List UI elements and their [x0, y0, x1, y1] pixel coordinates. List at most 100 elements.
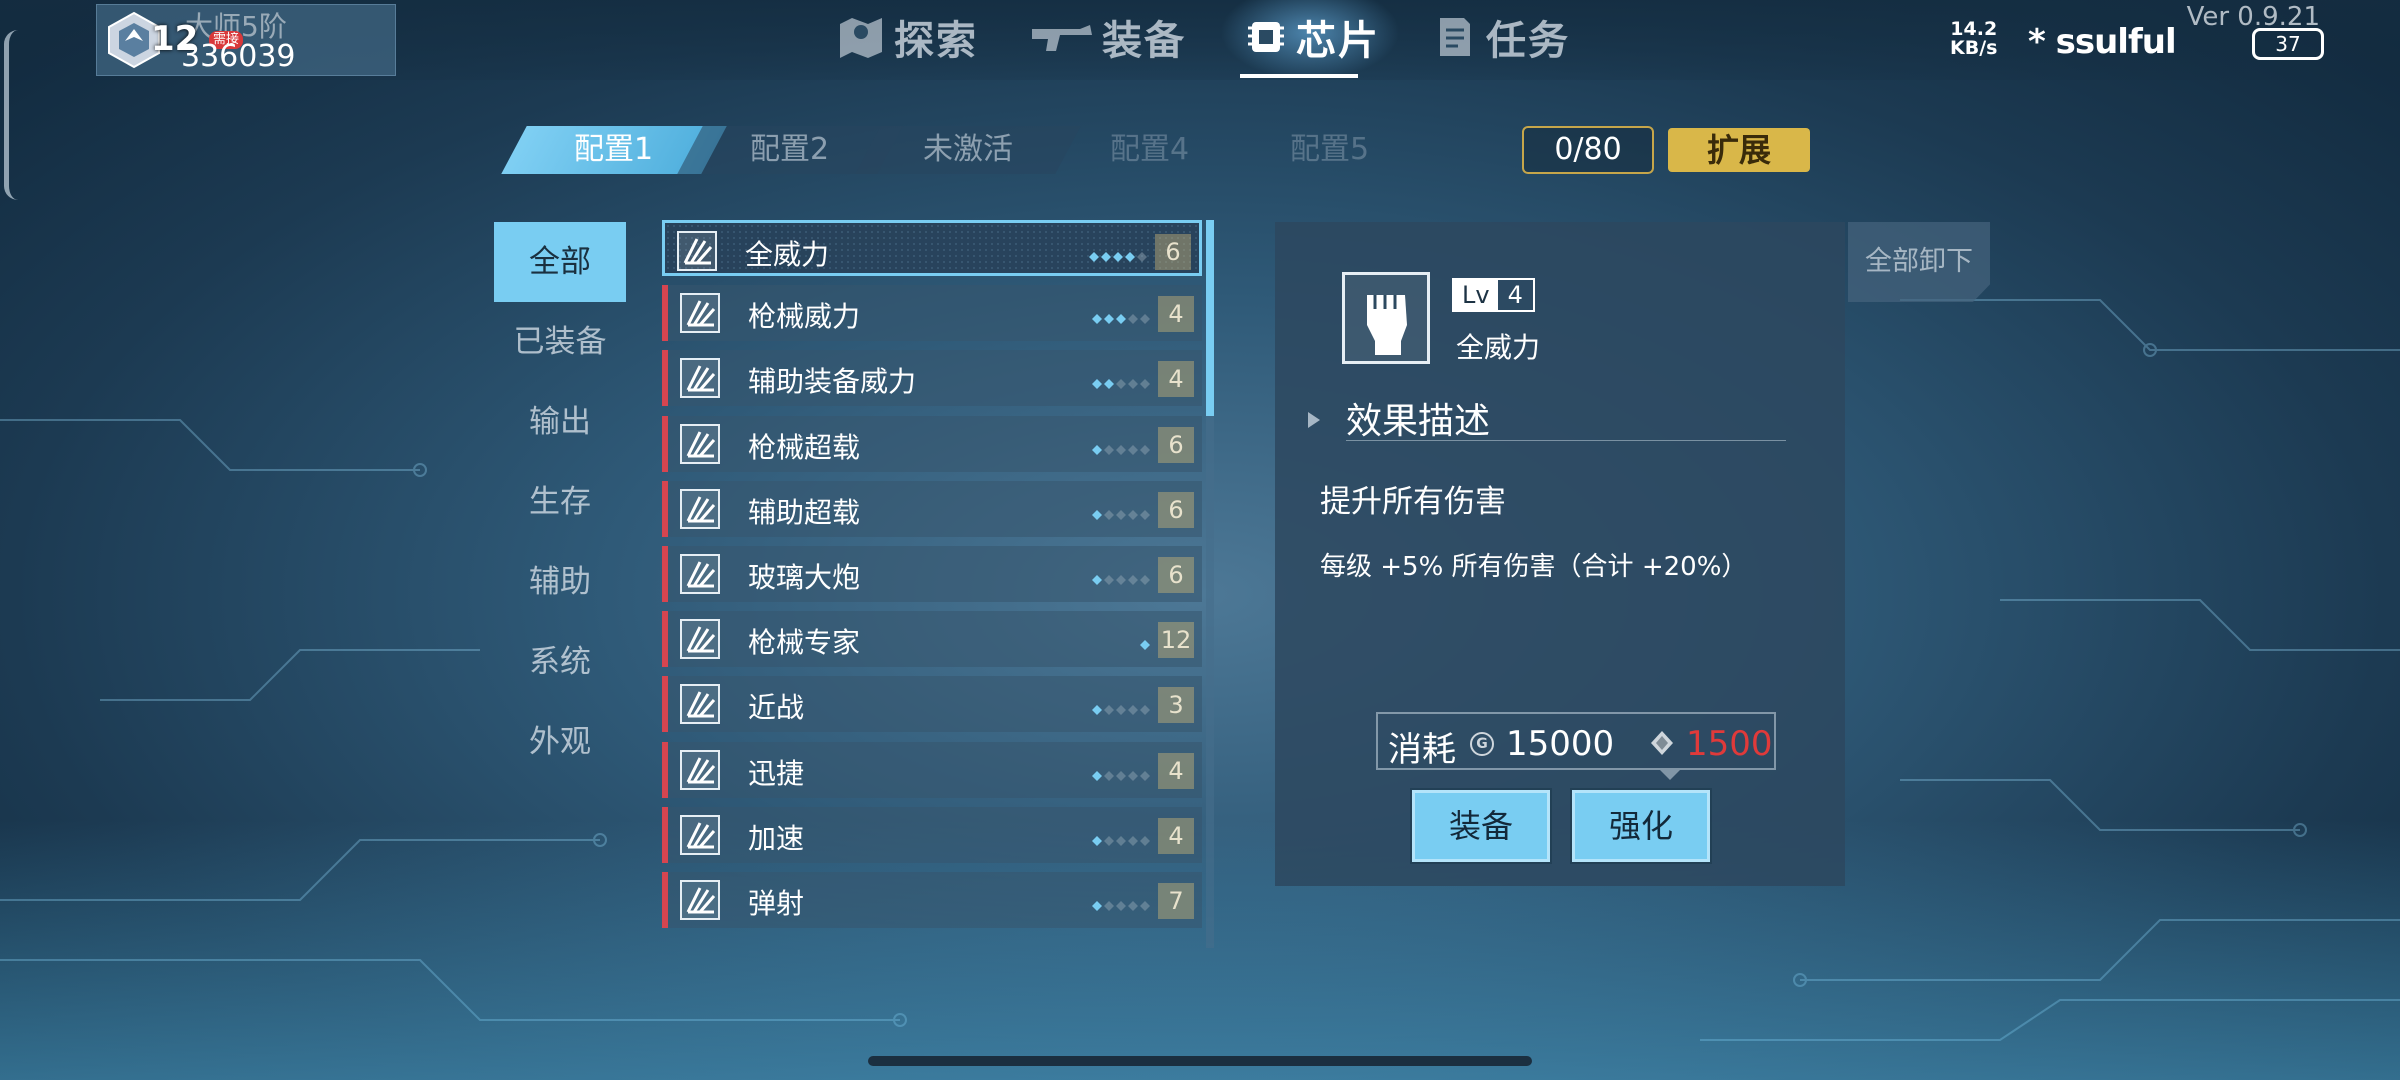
chip-row-name: 近战 — [748, 691, 805, 724]
chip-row-level: 6 — [1158, 427, 1194, 463]
chip-claw-icon — [680, 619, 720, 659]
effect-description: 提升所有伤害 — [1320, 484, 1506, 520]
edge-gesture-handle[interactable] — [4, 30, 20, 200]
chip-row-name: 玻璃大炮 — [748, 561, 861, 594]
chip-rarity-dots — [1140, 635, 1152, 650]
player-info[interactable]: 大师5阶 12 需接 336039 — [96, 4, 396, 76]
tab-chips[interactable]: 芯片 — [1244, 8, 1380, 66]
tab-explore-label: 探索 — [894, 18, 978, 64]
chip-row[interactable]: 辅助超载 6 — [662, 481, 1202, 537]
chip-row-level: 7 — [1158, 883, 1194, 919]
category-appearance[interactable]: 外观 — [494, 702, 626, 782]
cost-pointer — [1660, 770, 1680, 780]
level-value: 4 — [1507, 281, 1523, 309]
map-icon — [840, 18, 882, 58]
chip-rarity-dots — [1092, 374, 1152, 389]
category-system[interactable]: 系统 — [494, 622, 626, 702]
chip-rarity-dots — [1092, 831, 1152, 846]
chip-claw-icon — [680, 293, 720, 333]
crystal-cost: 1500 — [1686, 724, 1773, 764]
config-tab-5[interactable]: 配置5 — [1217, 126, 1443, 174]
chip-row-name: 辅助超载 — [748, 496, 861, 529]
config-tab-5-label: 配置5 — [1290, 132, 1370, 167]
level-label: Lv — [1454, 280, 1498, 310]
fist-icon — [1342, 272, 1430, 364]
category-survival[interactable]: 生存 — [494, 462, 626, 542]
divider — [1346, 440, 1786, 441]
gold-coin-icon: G — [1470, 732, 1494, 756]
chip-claw-icon — [677, 231, 717, 271]
chip-row-level: 6 — [1158, 557, 1194, 593]
chip-rarity-dots — [1092, 440, 1152, 455]
task-icon — [1440, 18, 1470, 56]
upgrade-cost: 消耗 G 15000 1500 — [1376, 712, 1776, 770]
chip-row[interactable]: 弹射 7 — [662, 872, 1202, 928]
chip-row-name: 弹射 — [748, 887, 805, 920]
category-output[interactable]: 输出 — [494, 382, 626, 462]
chip-rarity-dots — [1092, 309, 1152, 324]
chip-row-name: 枪械专家 — [748, 626, 861, 659]
tab-chips-label: 芯片 — [1296, 18, 1380, 64]
gold-cost: 15000 — [1506, 724, 1615, 764]
chip-row[interactable]: 枪械超载 6 — [662, 416, 1202, 472]
upgrade-button[interactable]: 强化 — [1572, 790, 1710, 862]
tab-equipment[interactable]: 装备 — [1030, 8, 1186, 66]
category-all[interactable]: 全部 — [494, 222, 626, 302]
chip-claw-icon — [680, 815, 720, 855]
chip-row-level: 4 — [1158, 753, 1194, 789]
chip-row[interactable]: 全威力 6 — [662, 220, 1202, 276]
chip-row-level: 4 — [1158, 361, 1194, 397]
chip-row[interactable]: 玻璃大炮 6 — [662, 546, 1202, 602]
category-support[interactable]: 辅助 — [494, 542, 626, 622]
chip-row[interactable]: 辅助装备威力 4 — [662, 350, 1202, 406]
chip-row-name: 枪械超载 — [748, 431, 861, 464]
tab-explore[interactable]: 探索 — [836, 8, 978, 66]
unload-all-button[interactable]: 全部卸下 — [1848, 222, 1990, 302]
chip-rarity-dots — [1092, 700, 1152, 715]
chip-row[interactable]: 近战 3 — [662, 676, 1202, 732]
triangle-icon — [1308, 412, 1320, 428]
chip-row[interactable]: 迅捷 4 — [662, 742, 1202, 798]
chip-rarity-dots — [1092, 505, 1152, 520]
chip-claw-icon — [680, 358, 720, 398]
cost-label: 消耗 — [1388, 730, 1456, 770]
equip-button[interactable]: 装备 — [1412, 790, 1550, 862]
chip-row-name: 枪械威力 — [748, 300, 861, 333]
config-tab-inactive-label: 未激活 — [923, 132, 1013, 167]
chip-list[interactable]: 全威力 6 枪械威力 4 辅助装备威力 4 枪械超载 6 辅助超载 6 玻璃大炮 6 枪械专家 12 近战 3… — [662, 220, 1218, 948]
network-speed-unit: KB/s — [1950, 37, 1998, 59]
chip-row-name: 迅捷 — [748, 757, 805, 790]
chip-row-name: 全威力 — [745, 238, 830, 271]
chip-claw-icon — [680, 489, 720, 529]
crystal-icon — [1651, 731, 1673, 755]
tab-tasks[interactable]: 任务 — [1430, 8, 1570, 66]
status-bar: 14.2 KB/s * ssulful Ver 0.9.21 37 — [1950, 2, 2350, 74]
chip-row-level: 6 — [1155, 234, 1191, 270]
config-tab-4-label: 配置4 — [1110, 132, 1190, 167]
chip-row-level: 4 — [1158, 296, 1194, 332]
chip-row[interactable]: 加速 4 — [662, 807, 1202, 863]
chip-list-scroll-thumb[interactable] — [1206, 220, 1214, 416]
signal-indicator: * ssulful — [2028, 22, 2177, 62]
chip-claw-icon — [680, 750, 720, 790]
chip-level-badge: Lv 4 — [1452, 278, 1535, 312]
chip-rarity-dots — [1089, 247, 1149, 262]
player-id: 336039 — [181, 39, 296, 74]
chip-row-level: 12 — [1158, 622, 1194, 658]
chip-row-level: 4 — [1158, 818, 1194, 854]
tab-equipment-label: 装备 — [1102, 18, 1186, 64]
expand-button[interactable]: 扩展 — [1668, 128, 1810, 172]
chip-capacity: 0/80 — [1522, 126, 1654, 174]
category-equipped[interactable]: 已装备 — [494, 302, 626, 382]
chip-rarity-dots — [1092, 766, 1152, 781]
home-indicator[interactable] — [868, 1056, 1532, 1066]
chip-icon — [1248, 22, 1284, 52]
chip-claw-icon — [680, 880, 720, 920]
battery-icon: 37 — [2252, 28, 2324, 60]
chip-row-level: 6 — [1158, 492, 1194, 528]
effect-title: 效果描述 — [1346, 401, 1491, 442]
tab-tasks-label: 任务 — [1486, 18, 1570, 64]
chip-row[interactable]: 枪械威力 4 — [662, 285, 1202, 341]
network-speed: 14.2 KB/s — [1950, 20, 1997, 58]
chip-row[interactable]: 枪械专家 12 — [662, 611, 1202, 667]
